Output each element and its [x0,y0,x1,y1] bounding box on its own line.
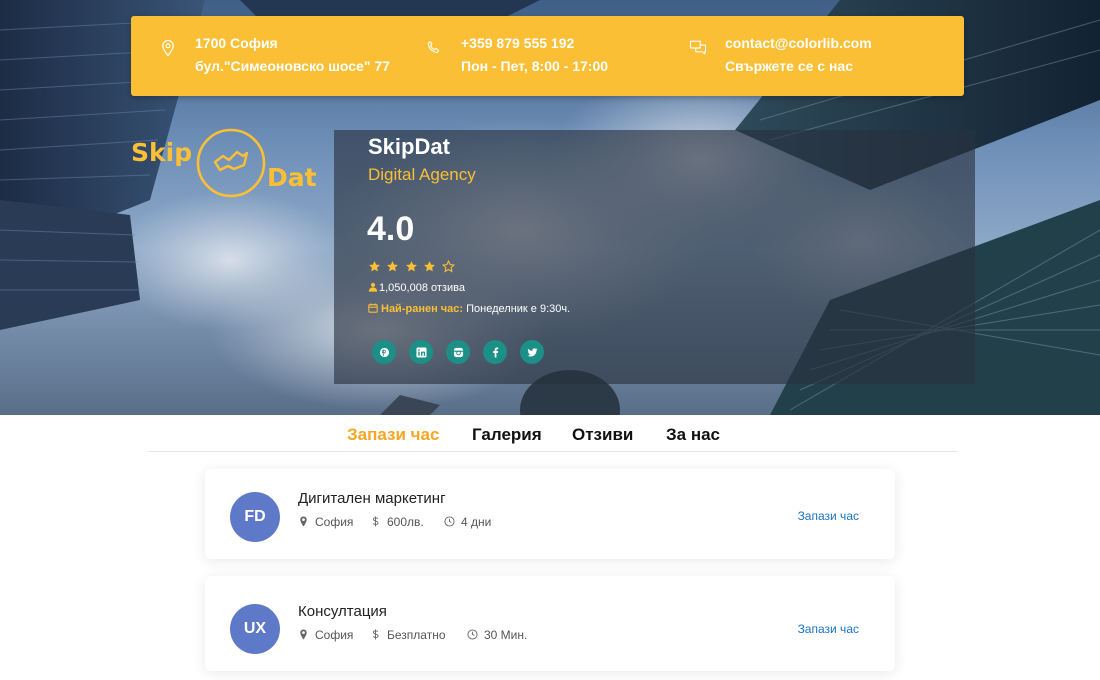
service-price: Безплатно [370,628,446,642]
tab-reviews[interactable]: Отзиви [572,425,633,445]
chat-bubbles-icon [689,40,707,55]
phone-icon [427,41,440,54]
service-location-text: София [315,628,354,642]
svg-text:Dat: Dat [267,163,317,192]
instagram-icon [453,347,463,357]
service-price-text: 600лв. [387,515,424,529]
facebook-icon [492,346,498,358]
instagram-link[interactable] [446,340,470,364]
facebook-link[interactable] [483,340,507,364]
email-block: contact@colorlib.com Свържете се с нас [689,32,872,78]
rating-stars [368,260,456,274]
pinterest-icon [379,347,389,357]
address-line2: бул."Симеоновско шосе" 77 [195,58,390,74]
earliest-value: Понеделник е 9:30ч. [466,303,571,315]
svg-text:Skip: Skip [131,138,192,167]
calendar-icon [368,303,378,313]
pinterest-link[interactable] [372,340,396,364]
service-price: 600лв. [370,515,424,529]
user-icon [368,282,378,292]
company-name: SkipDat [368,134,450,159]
service-avatar: FD [230,492,280,542]
service-price-text: Безплатно [387,628,446,642]
contact-cta[interactable]: Свържете се с нас [725,55,872,78]
phone-number[interactable]: +359 879 555 192 [461,32,608,55]
star-empty-icon [441,260,455,273]
service-avatar: UX [230,604,280,654]
book-button[interactable]: Запази час [798,509,859,523]
service-card: FD Дигитален маркетинг София 600лв. 4 дн… [205,469,895,559]
tab-book[interactable]: Запази час [347,425,439,445]
phone-block: +359 879 555 192 Пон - Пет, 8:00 - 17:00 [427,32,609,78]
skipdat-logo[interactable]: Skip Dat [131,128,326,198]
location-pin-icon [300,629,307,640]
hero-banner: 1700 София бул."Симеоновско шосе" 77 +35… [0,0,1100,415]
service-location-text: София [315,515,354,529]
clock-icon [467,629,478,640]
service-duration: 4 дни [444,515,491,529]
linkedin-link[interactable] [409,340,433,364]
tab-gallery[interactable]: Галерия [472,425,542,445]
linkedin-icon [415,346,427,358]
book-button[interactable]: Запази час [798,622,859,636]
company-tagline: Digital Agency [368,165,476,184]
star-filled-icon [424,261,436,272]
reviews-count: 1,050,008 отзива [368,282,465,294]
dollar-icon [372,629,379,640]
reviews-text: 1,050,008 отзива [379,282,465,294]
email-link[interactable]: contact@colorlib.com [725,32,872,55]
tab-about[interactable]: За нас [666,425,720,445]
service-title[interactable]: Дигитален маркетинг [298,490,446,507]
service-duration-text: 4 дни [461,515,492,529]
service-duration-text: 30 Мин. [484,628,528,642]
clock-icon [444,516,455,527]
address-block: 1700 София бул."Симеоновско шосе" 77 [162,32,390,78]
service-location: София [298,628,353,642]
service-title[interactable]: Консултация [298,603,387,620]
company-info-panel: SkipDat Digital Agency 4.0 1,050,008 отз… [334,130,975,384]
dollar-icon [372,516,379,527]
contact-bar: 1700 София бул."Симеоновско шосе" 77 +35… [131,16,964,96]
location-pin-icon [162,39,174,57]
address-line1: 1700 София [195,35,278,51]
working-hours: Пон - Пет, 8:00 - 17:00 [461,58,609,74]
star-filled-icon [369,261,380,272]
twitter-icon [526,347,538,357]
earliest-slot: Най-ранен час: Понеделник е 9:30ч. [368,303,570,315]
rating-value: 4.0 [367,210,415,248]
service-location: София [298,515,353,529]
location-pin-icon [300,516,307,527]
page-tabs: Запази час Галерия Отзиви За нас [148,414,958,452]
twitter-link[interactable] [520,340,544,364]
star-filled-icon [387,261,399,272]
service-duration: 30 Мин. [467,628,527,642]
earliest-label: Най-ранен час: [381,303,464,315]
star-filled-icon [405,261,417,272]
service-card: UX Консултация София Безплатно 30 Мин. З… [205,576,895,671]
